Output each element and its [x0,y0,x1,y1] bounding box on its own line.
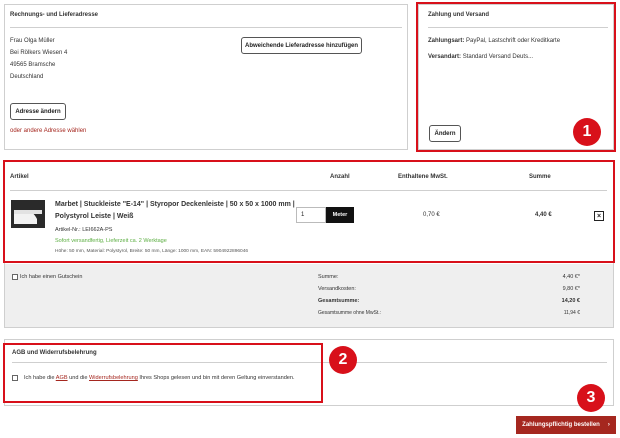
total-value: 14,20 € [561,298,580,304]
terms-text-after: Ihres Shops gelesen und bin mit deren Ge… [137,375,295,381]
remove-item-button[interactable]: × [594,211,604,221]
widerruf-link[interactable]: Widerrufsbelehrung [89,375,138,381]
quantity-unit: Meter [326,207,354,223]
terms-checkbox[interactable] [12,375,18,381]
voucher-label[interactable]: Ich habe einen Gutschein [20,274,82,280]
product-article-number: Artikel-Nr.: LEI662A-PS [55,227,113,233]
place-order-button[interactable]: Zahlungspflichtig bestellen › [516,416,616,434]
payment-method: Zahlungsart: PayPal, Lastschrift oder Kr… [428,38,560,44]
shipping-method-label: Versandart: [428,54,462,60]
subtotal-label: Summe: [318,274,339,280]
terms-text: Ich habe die AGB und die Widerrufsbelehr… [24,375,295,381]
address-city: 49565 Bramsche [10,62,56,68]
address-divider [10,27,402,28]
subtotal-value: 4,40 €* [562,274,580,280]
voucher-checkbox[interactable] [12,274,18,280]
product-availability: Sofort versandfertig, Lieferzeit ca. 2 W… [55,238,167,244]
annotation-badge-1: 1 [573,118,601,146]
terms-divider [12,362,607,363]
add-delivery-address-button[interactable]: Abweichende Lieferadresse hinzufügen [241,37,362,54]
quantity-input[interactable]: 1 [296,207,326,223]
address-street: Bei Rölkers Wiesen 4 [10,50,68,56]
payment-method-value: PayPal, Lastschrift oder Kreditkarte [466,38,561,44]
change-address-button[interactable]: Adresse ändern [10,103,66,120]
agb-link[interactable]: AGB [56,375,68,381]
chevron-right-icon: › [607,422,610,428]
address-name: Frau Olga Müller [10,38,55,44]
cart-header-divider [10,190,607,191]
annotation-badge-2: 2 [329,346,357,374]
product-title-line1[interactable]: Marbet | Stuckleiste "E-14" | Styropor D… [55,201,295,208]
total-label: Gesamtsumme: [318,298,360,304]
shipping-cost-value: 9,80 €* [562,286,580,292]
place-order-label: Zahlungspflichtig bestellen [522,422,600,428]
terms-title: AGB und Widerrufsbelehrung [12,350,97,356]
annotation-badge-3: 3 [577,384,605,412]
change-payment-button[interactable]: Ändern [429,125,461,142]
product-title-line2[interactable]: Polystyrol Leiste | Weiß [55,213,133,220]
close-icon: × [596,212,602,220]
cart-header-quantity: Anzahl [330,174,350,180]
product-sum: 4,40 € [535,212,552,218]
terms-text-before: Ich habe die [24,375,56,381]
address-country: Deutschland [10,74,44,80]
shipping-cost-label: Versandkosten: [318,286,356,292]
terms-text-middle: und die [67,375,90,381]
payment-method-label: Zahlungsart: [428,38,465,44]
shipping-method-value: Standard Versand Deuts... [462,54,534,60]
address-title: Rechnungs- und Lieferadresse [10,12,99,18]
payment-divider [428,27,608,28]
product-vat: 0,70 € [423,212,440,218]
cart-header-article: Artikel [10,174,29,180]
net-total-value: 11,94 € [563,310,580,316]
product-details: Höhe: 50 mm, Material: Polystyrol, Breit… [55,249,249,254]
payment-title: Zahlung und Versand [428,12,490,18]
other-address-link[interactable]: oder andere Adresse wählen [10,128,86,134]
product-image[interactable] [11,200,45,228]
cart-header-sum: Summe [529,174,551,180]
shipping-method: Versandart: Standard Versand Deuts... [428,54,533,60]
product-thumbnail-icon [11,200,45,228]
net-total-label: Gesamtsumme ohne MwSt.: [318,310,382,316]
cart-header-vat: Enthaltene MwSt. [398,174,448,180]
